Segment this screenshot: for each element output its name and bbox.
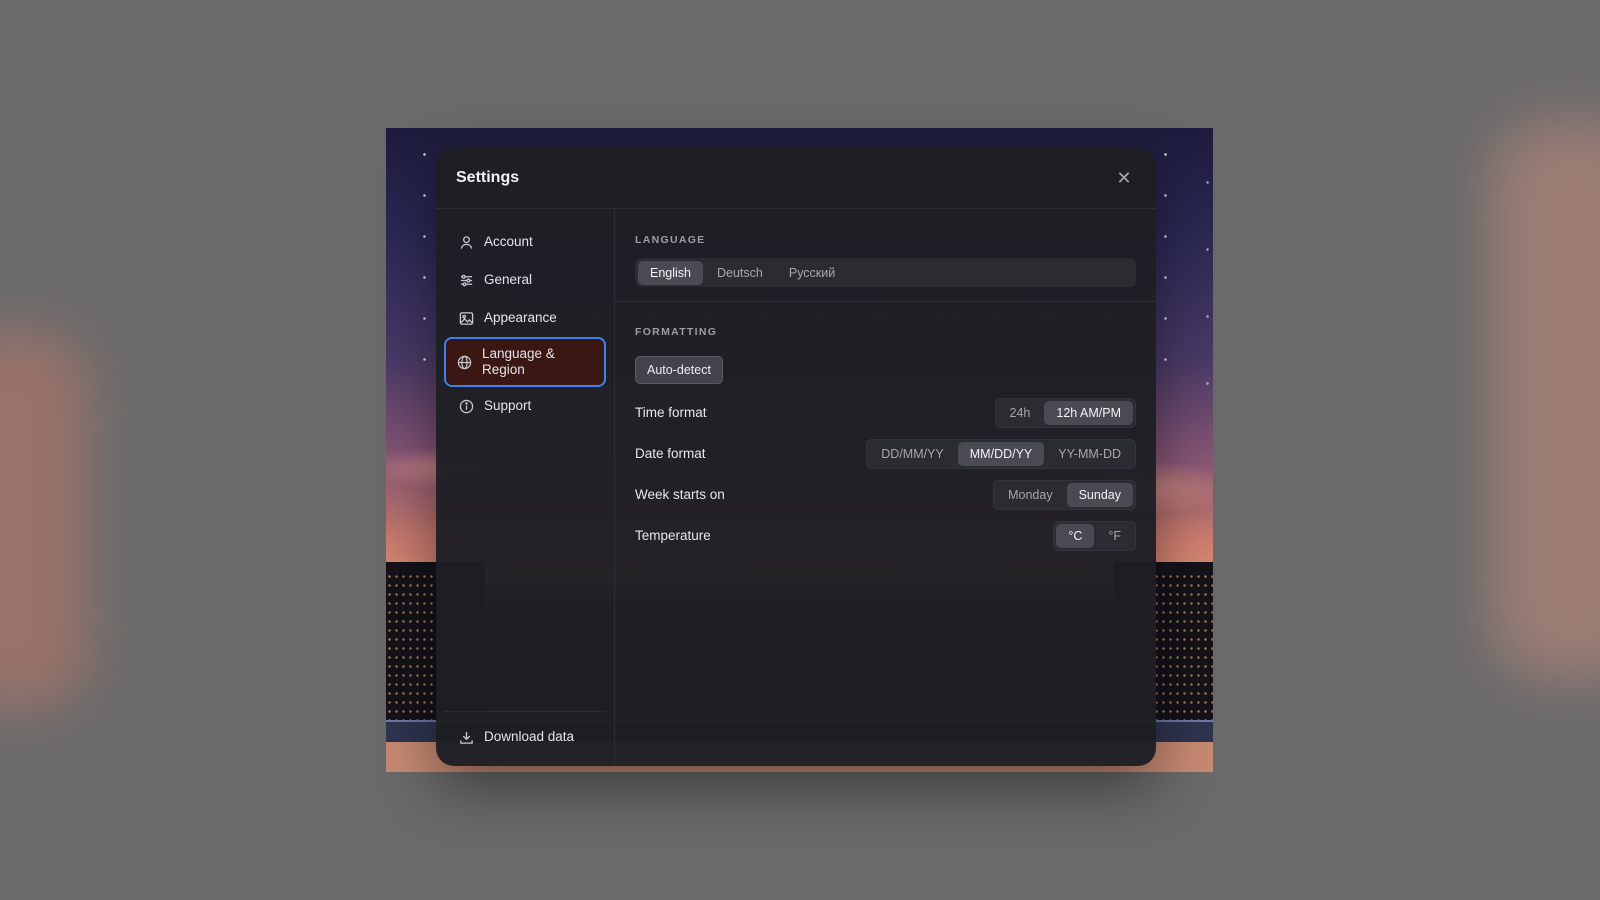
language-section-label: LANGUAGE bbox=[635, 234, 706, 246]
sidebar-item-general[interactable]: General bbox=[444, 261, 606, 299]
language-section: LANGUAGE English Deutsch Русский bbox=[615, 209, 1156, 302]
sidebar-item-appearance[interactable]: Appearance bbox=[444, 299, 606, 337]
dialog-title: Settings bbox=[456, 169, 520, 186]
sliders-icon bbox=[458, 272, 474, 288]
date-format-option-mdy[interactable]: MM/DD/YY bbox=[957, 441, 1045, 466]
auto-detect-button[interactable]: Auto-detect bbox=[635, 356, 723, 384]
week-start-toggle: Monday Sunday bbox=[993, 479, 1136, 510]
close-icon: ✕ bbox=[1116, 167, 1132, 188]
info-icon bbox=[458, 398, 474, 414]
sidebar-item-label: Support bbox=[484, 398, 532, 413]
close-button[interactable]: ✕ bbox=[1112, 166, 1136, 190]
sidebar-item-label: General bbox=[484, 272, 533, 287]
date-format-label: Date format bbox=[635, 446, 706, 461]
temperature-row: Temperature °C °F bbox=[635, 515, 1136, 556]
time-format-label: Time format bbox=[635, 405, 707, 420]
time-format-toggle: 24h 12h AM/PM bbox=[994, 397, 1136, 428]
time-format-row: Time format 24h 12h AM/PM bbox=[635, 392, 1136, 433]
user-icon bbox=[458, 234, 474, 250]
image-icon bbox=[458, 310, 474, 326]
download-icon bbox=[458, 729, 474, 745]
week-start-row: Week starts on Monday Sunday bbox=[635, 474, 1136, 515]
sidebar-item-account[interactable]: Account bbox=[444, 223, 606, 261]
temperature-toggle: °C °F bbox=[1053, 520, 1136, 551]
language-option-deutsch[interactable]: Deutsch bbox=[705, 261, 775, 285]
blurred-left-glow bbox=[0, 330, 90, 710]
sidebar-item-label: Appearance bbox=[484, 310, 557, 325]
blurred-right-glow bbox=[1490, 120, 1600, 680]
week-start-label: Week starts on bbox=[635, 487, 725, 502]
date-format-option-dmy[interactable]: DD/MM/YY bbox=[869, 442, 956, 466]
date-format-toggle: DD/MM/YY MM/DD/YY YY-MM-DD bbox=[866, 438, 1136, 469]
download-data-button[interactable]: Download data bbox=[444, 718, 606, 756]
week-start-option-monday[interactable]: Monday bbox=[996, 483, 1064, 507]
time-format-option-12h[interactable]: 12h AM/PM bbox=[1044, 400, 1133, 425]
sidebar-item-support[interactable]: Support bbox=[444, 387, 606, 425]
sidebar-footer: Download data bbox=[444, 711, 606, 756]
temperature-option-fahrenheit[interactable]: °F bbox=[1096, 524, 1133, 548]
settings-dialog: Settings ✕ Account General Appearance La… bbox=[436, 148, 1156, 766]
sidebar-item-label: Language & Region bbox=[482, 346, 555, 377]
temperature-option-celsius[interactable]: °C bbox=[1056, 523, 1095, 548]
language-option-english[interactable]: English bbox=[638, 260, 703, 285]
formatting-section-label: FORMATTING bbox=[635, 326, 718, 338]
globe-icon bbox=[456, 354, 472, 370]
date-format-option-ymd[interactable]: YY-MM-DD bbox=[1046, 442, 1133, 466]
formatting-section: FORMATTING Auto-detect Time format 24h 1… bbox=[635, 302, 1136, 556]
settings-content: LANGUAGE English Deutsch Русский FORMATT… bbox=[615, 209, 1156, 766]
week-start-option-sunday[interactable]: Sunday bbox=[1066, 482, 1133, 507]
temperature-label: Temperature bbox=[635, 528, 711, 543]
sidebar-item-label: Account bbox=[484, 234, 533, 249]
language-option-russian[interactable]: Русский bbox=[777, 261, 847, 285]
sidebar-item-language-region[interactable]: Language & Region bbox=[444, 337, 606, 387]
language-selector: English Deutsch Русский bbox=[635, 258, 1136, 287]
settings-sidebar: Account General Appearance Language & Re… bbox=[436, 209, 615, 766]
date-format-row: Date format DD/MM/YY MM/DD/YY YY-MM-DD bbox=[635, 433, 1136, 474]
time-format-option-24h[interactable]: 24h bbox=[998, 401, 1043, 425]
dialog-body: Account General Appearance Language & Re… bbox=[436, 209, 1156, 766]
download-data-label: Download data bbox=[484, 729, 575, 744]
dialog-header: Settings ✕ bbox=[436, 148, 1156, 209]
format-rows: Time format 24h 12h AM/PM Date format DD… bbox=[635, 392, 1136, 556]
